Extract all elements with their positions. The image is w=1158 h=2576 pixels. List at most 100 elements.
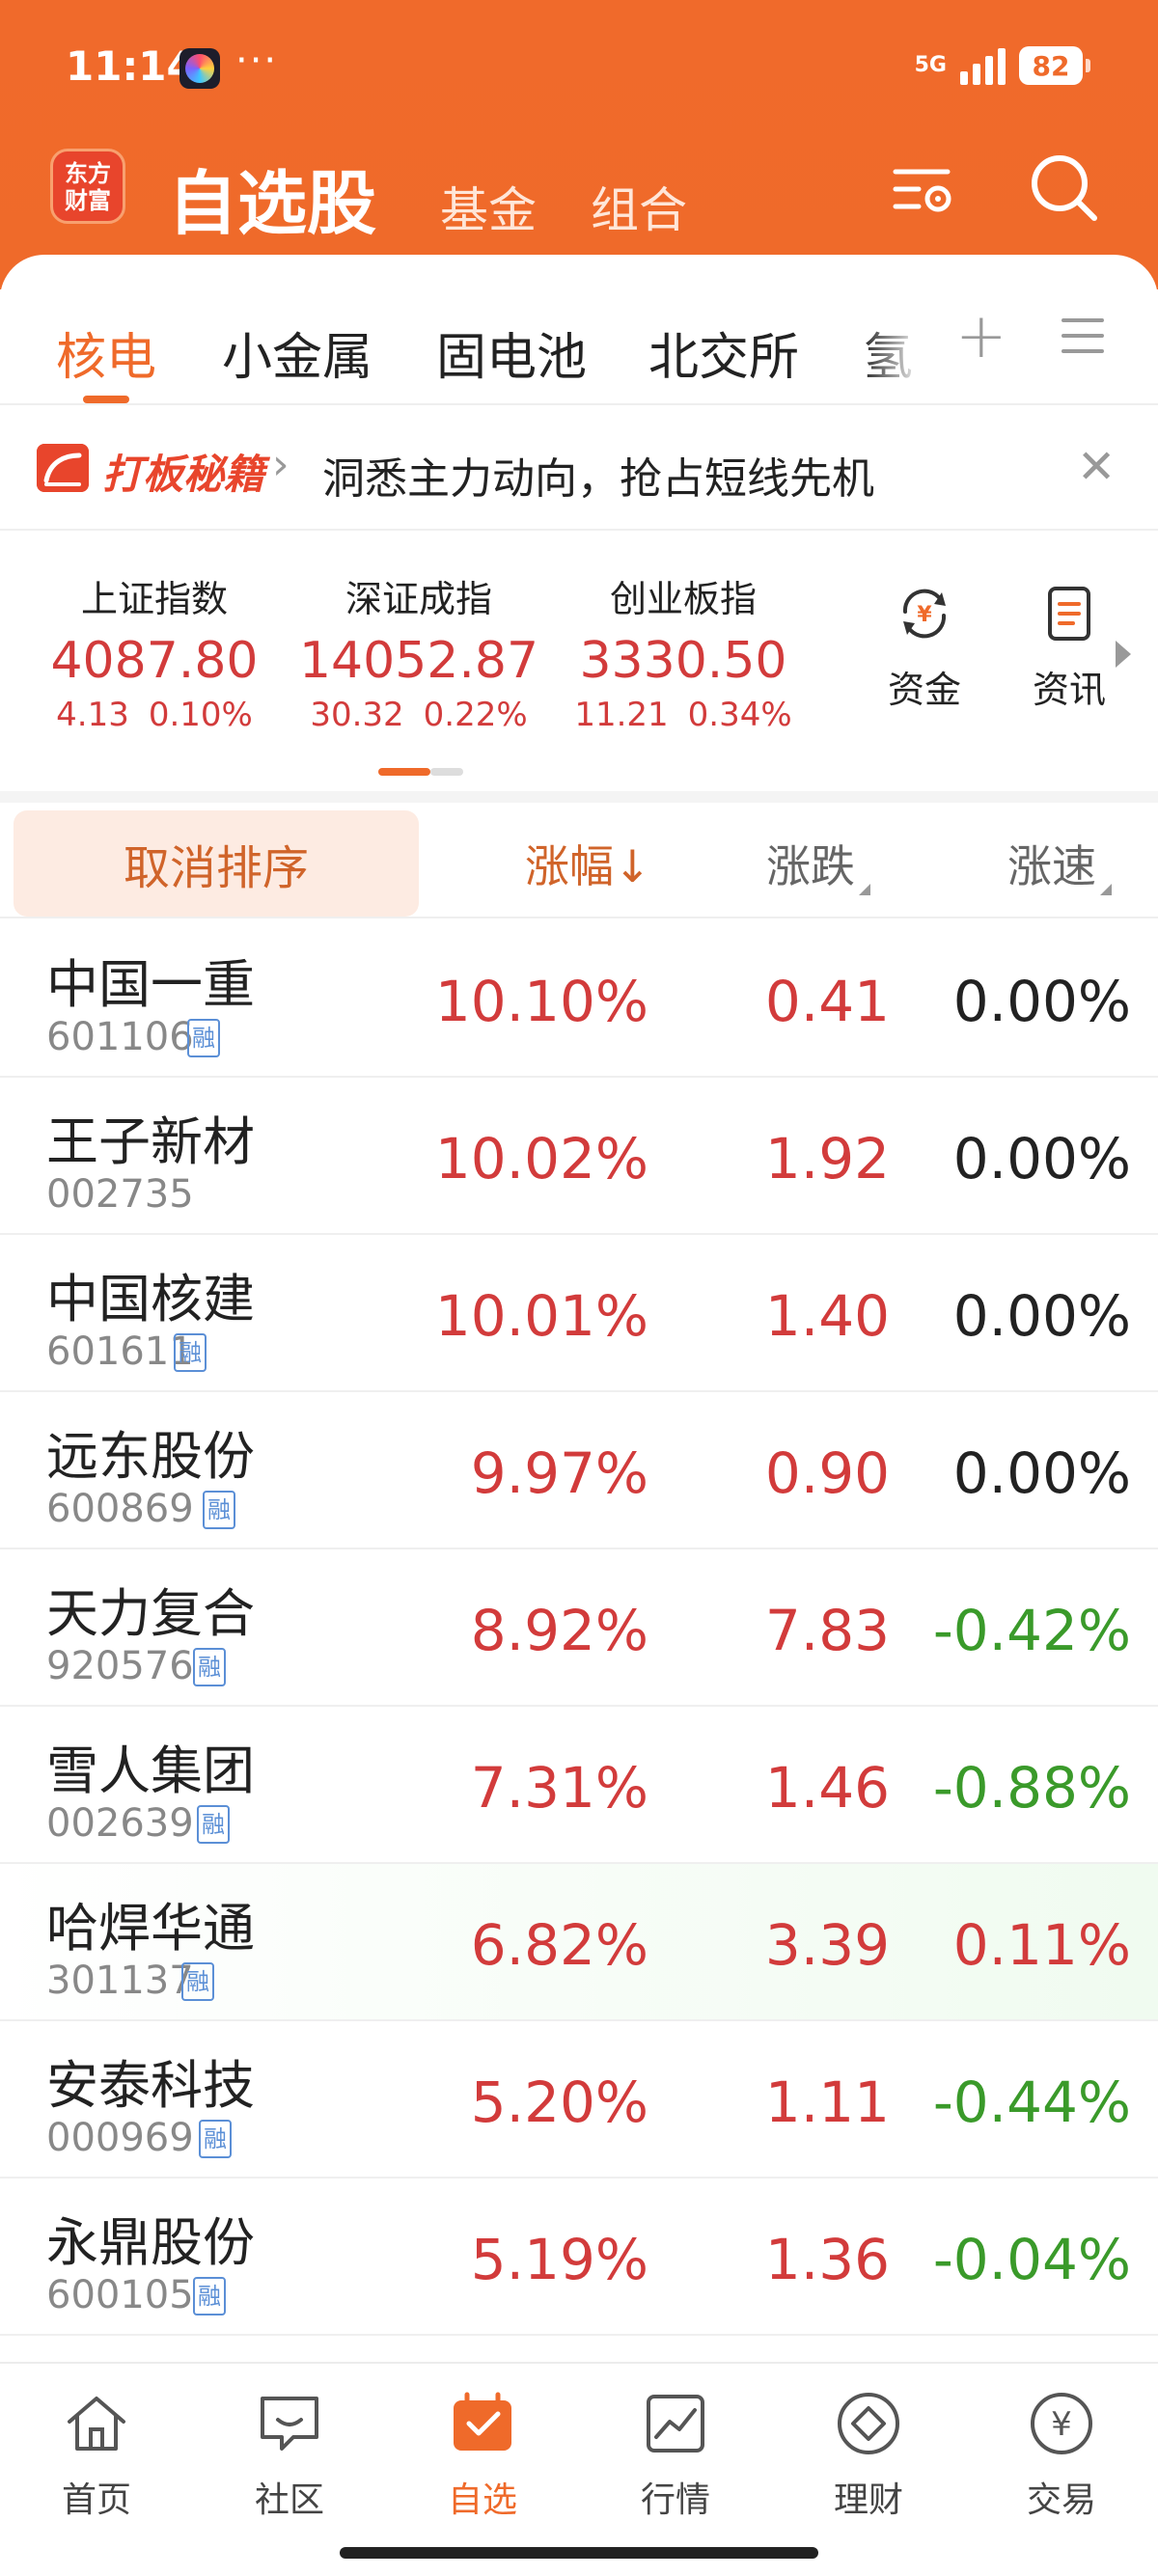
nav-label: 交易 xyxy=(1026,2480,1096,2520)
nav-market[interactable]: 行情 xyxy=(579,2385,772,2522)
stock-row[interactable]: 安泰科技 000969 融 5.20% 1.11 -0.44% xyxy=(0,2021,1158,2179)
funds-label: 资金 xyxy=(887,669,961,711)
close-icon[interactable]: ✕ xyxy=(1077,440,1116,494)
column-header: 取消排序 涨幅↓ 涨跌 涨速 xyxy=(0,803,1158,918)
pct-change: 10.02% xyxy=(434,1126,648,1192)
settings-filter-icon[interactable] xyxy=(890,156,957,224)
app-logo: 东方 财富 xyxy=(50,149,125,224)
logo-line-1: 东方 xyxy=(65,160,111,187)
stock-code: 000969 xyxy=(46,2116,194,2160)
status-time: 11:14 xyxy=(66,42,195,90)
index-shenzhen[interactable]: 深证成指 14052.87 30.32 0.22% xyxy=(284,569,554,734)
stock-name: 哈焊华通 xyxy=(46,1898,255,1959)
change-speed: -0.04% xyxy=(932,2227,1131,2292)
price-change: 3.39 xyxy=(764,1912,890,1978)
pager-dot-active xyxy=(378,768,430,776)
stock-row[interactable]: 哈焊华通 301137 融 6.82% 3.39 0.11% xyxy=(0,1864,1158,2021)
tab-watchlist[interactable]: 自选股 xyxy=(168,147,376,248)
svg-text:¥: ¥ xyxy=(1051,2405,1072,2444)
pct-change: 8.92% xyxy=(470,1598,648,1663)
network-type: 5G xyxy=(914,53,947,77)
news-icon xyxy=(1048,587,1090,641)
stock-name: 雪人集团 xyxy=(46,1740,255,1801)
price-change: 1.46 xyxy=(764,1755,890,1821)
bottom-nav: 首页 社区 自选 行情 理财 ¥ 交易 xyxy=(0,2362,1158,2576)
category-tab-2[interactable]: 固电池 xyxy=(436,316,587,389)
stock-row[interactable]: 远东股份 600869 融 9.97% 0.90 0.00% xyxy=(0,1392,1158,1549)
stock-code: 600105 xyxy=(46,2273,194,2317)
nav-label: 社区 xyxy=(254,2480,324,2520)
price-change: 0.41 xyxy=(764,969,890,1034)
stock-row[interactable]: 中国核建 601611 融 10.01% 1.40 0.00% xyxy=(0,1235,1158,1392)
index-change: 11.21 0.34% xyxy=(548,696,818,734)
stock-row[interactable]: 天力复合 920576 融 8.92% 7.83 -0.42% xyxy=(0,1549,1158,1707)
scroll-right-icon[interactable] xyxy=(1116,641,1131,668)
notification-app-icon xyxy=(179,48,220,89)
promo-banner[interactable]: 打板秘籍 › 洞悉主力动向，抢占短线先机 ✕ xyxy=(0,405,1158,531)
home-indicator xyxy=(340,2547,818,2559)
active-tab-indicator xyxy=(83,396,129,403)
stock-name: 永鼎股份 xyxy=(46,2212,255,2273)
column-pct-change[interactable]: 涨幅↓ xyxy=(525,832,651,895)
stock-code: 601106 xyxy=(46,1015,194,1059)
stock-code: 920576 xyxy=(46,1644,194,1688)
nav-watchlist[interactable]: 自选 xyxy=(386,2385,579,2522)
column-speed-label: 涨速 xyxy=(1007,840,1096,892)
funds-icon: ¥ xyxy=(902,589,947,639)
add-category-icon[interactable]: + xyxy=(955,301,1007,372)
nav-trade[interactable]: ¥ 交易 xyxy=(965,2385,1158,2522)
search-icon[interactable] xyxy=(1025,149,1102,226)
category-tab-3[interactable]: 北交所 xyxy=(648,316,799,389)
price-change: 1.36 xyxy=(764,2227,890,2292)
nav-home[interactable]: 首页 xyxy=(0,2385,193,2522)
pct-change: 5.20% xyxy=(470,2069,648,2135)
margin-badge: 融 xyxy=(203,1491,235,1529)
index-chinext[interactable]: 创业板指 3330.50 11.21 0.34% xyxy=(548,569,818,734)
price-change: 1.11 xyxy=(764,2069,890,2135)
stock-name: 王子新材 xyxy=(46,1111,255,1172)
pct-change: 10.01% xyxy=(434,1283,648,1349)
stock-code: 601611 xyxy=(46,1329,194,1374)
stock-row[interactable]: 王子新材 002735 10.02% 1.92 0.00% xyxy=(0,1078,1158,1235)
nav-label: 自选 xyxy=(447,2480,517,2520)
category-tab-0[interactable]: 核电 xyxy=(56,316,156,389)
funds-shortcut[interactable]: ¥ 资金 xyxy=(867,583,982,713)
stock-name: 中国核建 xyxy=(46,1269,255,1329)
index-strip: 上证指数 4087.80 4.13 0.10% 深证成指 14052.87 30.… xyxy=(0,533,1158,791)
pager-dot xyxy=(430,768,463,776)
index-change: 30.32 0.22% xyxy=(284,696,554,734)
price-change: 7.83 xyxy=(764,1598,890,1663)
status-bar: 11:14 ··· 5G 82 xyxy=(0,0,1158,135)
nav-wealth[interactable]: 理财 xyxy=(772,2385,965,2522)
index-shanghai[interactable]: 上证指数 4087.80 4.13 0.10% xyxy=(19,569,290,734)
tab-fund[interactable]: 基金 xyxy=(440,172,537,241)
column-change-label: 涨跌 xyxy=(766,840,855,892)
index-change: 4.13 0.10% xyxy=(19,696,290,734)
stock-name: 安泰科技 xyxy=(46,2055,255,2116)
margin-badge: 融 xyxy=(187,1019,220,1057)
community-icon xyxy=(261,2397,318,2451)
index-change-points: 30.32 xyxy=(310,696,404,734)
stock-row[interactable]: 中国一重 601106 融 10.10% 0.41 0.00% xyxy=(0,920,1158,1078)
change-speed: 0.00% xyxy=(952,969,1131,1034)
change-speed: -0.88% xyxy=(932,1755,1131,1821)
cancel-sort-button[interactable]: 取消排序 xyxy=(14,810,419,917)
nav-community[interactable]: 社区 xyxy=(193,2385,386,2522)
sort-desc-icon: ↓ xyxy=(614,840,651,892)
category-tab-1[interactable]: 小金属 xyxy=(222,316,372,389)
news-shortcut[interactable]: 资讯 xyxy=(1011,583,1127,713)
category-menu-icon[interactable] xyxy=(1062,318,1104,361)
promo-brand: 打板秘籍 xyxy=(102,451,265,498)
column-change[interactable]: 涨跌 xyxy=(766,832,870,895)
index-change-points: 4.13 xyxy=(56,696,129,734)
column-speed[interactable]: 涨速 xyxy=(1007,832,1112,895)
news-label: 资讯 xyxy=(1032,669,1106,711)
chevron-right-icon: › xyxy=(272,440,290,489)
tab-portfolio[interactable]: 组合 xyxy=(591,172,687,241)
stock-row[interactable]: 永鼎股份 600105 融 5.19% 1.36 -0.04% xyxy=(0,2179,1158,2336)
battery-icon: 82 xyxy=(1019,46,1090,85)
stock-row[interactable]: 雪人集团 002639 融 7.31% 1.46 -0.88% xyxy=(0,1707,1158,1864)
top-bar: 东方 财富 自选股 基金 组合 xyxy=(0,135,1158,251)
price-change: 0.90 xyxy=(764,1440,890,1506)
change-speed: -0.44% xyxy=(932,2069,1131,2135)
